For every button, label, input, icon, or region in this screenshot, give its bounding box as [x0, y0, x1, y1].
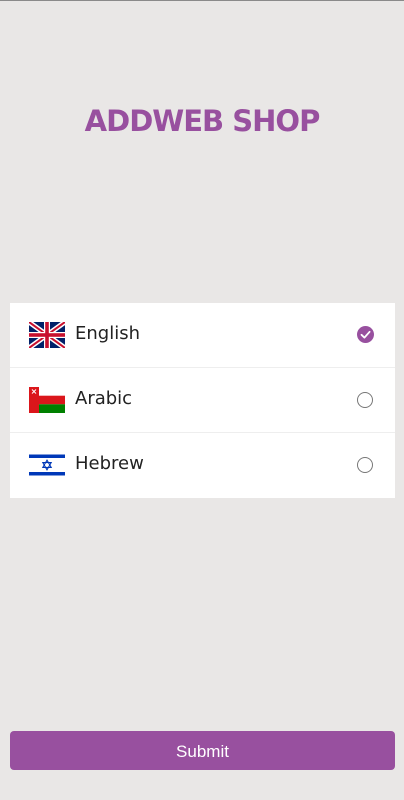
oman-flag-icon [29, 387, 65, 413]
submit-button[interactable]: Submit [10, 731, 395, 770]
uk-flag-icon [29, 322, 65, 348]
language-option-hebrew[interactable]: Hebrew [10, 433, 395, 498]
app-title: ADDWEB SHOP [84, 104, 321, 138]
radio-unchecked-icon[interactable] [357, 392, 373, 408]
language-label: Arabic [75, 388, 133, 409]
language-label: Hebrew [75, 453, 144, 474]
israel-flag-icon [29, 452, 65, 478]
language-option-arabic[interactable]: Arabic [10, 368, 395, 433]
language-option-english[interactable]: English [10, 303, 395, 368]
language-list: English Arabic Hebrew [10, 303, 395, 498]
radio-checked-icon[interactable] [357, 326, 374, 343]
status-divider [0, 0, 404, 1]
language-label: English [75, 323, 140, 344]
radio-unchecked-icon[interactable] [357, 457, 373, 473]
